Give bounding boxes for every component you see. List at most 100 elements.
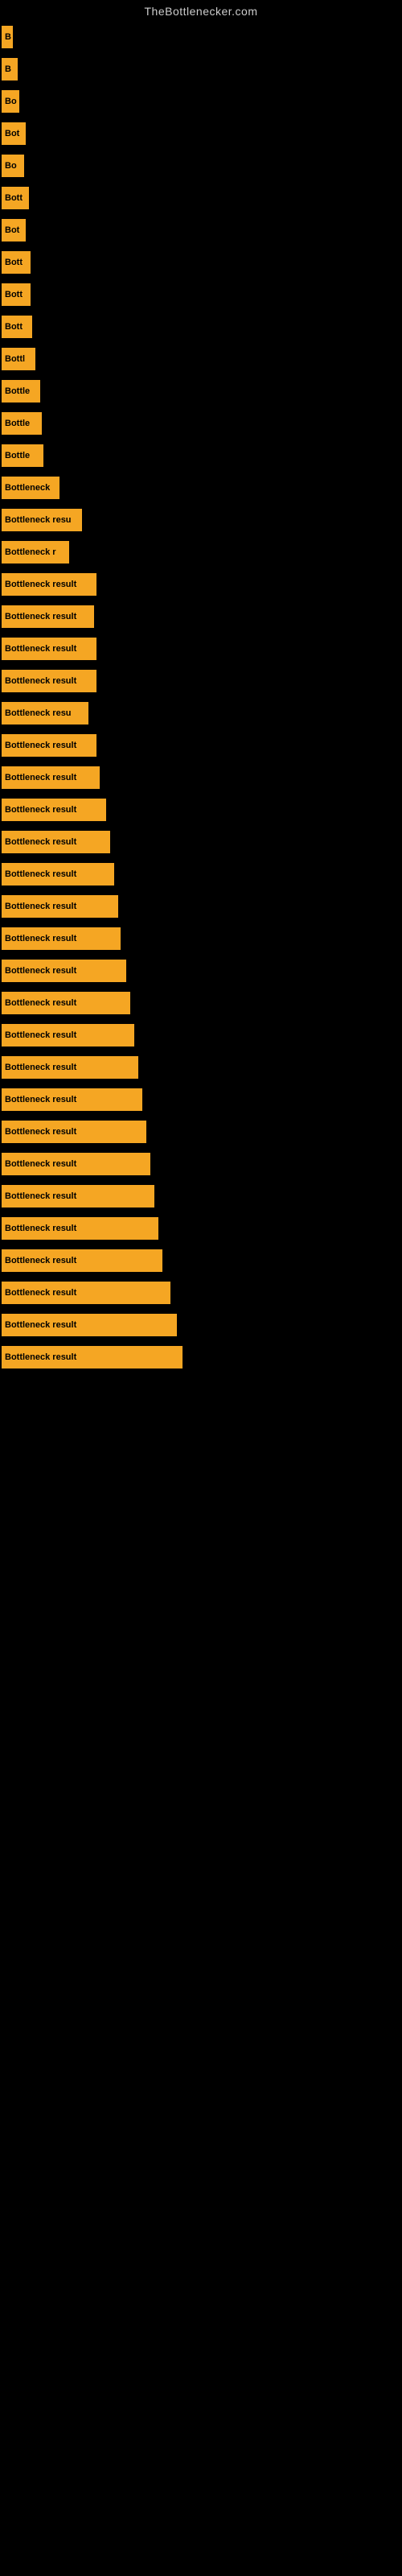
bar-item: Bottleneck result: [2, 1185, 154, 1208]
bar-label: Bottleneck result: [5, 676, 76, 686]
bar-row: Bo: [0, 85, 402, 118]
bar-row: Bottleneck: [0, 472, 402, 504]
bar-row: Bottleneck result: [0, 1019, 402, 1051]
bar-item: Bottleneck result: [2, 960, 126, 982]
bar-item: Bott: [2, 283, 31, 306]
bar-row: Bottleneck result: [0, 762, 402, 794]
bar-item: Bottleneck result: [2, 1282, 170, 1304]
bar-item: Bottleneck resu: [2, 509, 82, 531]
bar-item: Bottleneck result: [2, 799, 106, 821]
bar-label: Bottleneck result: [5, 805, 76, 815]
bar-item: Bott: [2, 316, 32, 338]
bar-row: Bottleneck result: [0, 633, 402, 665]
bar-item: Bottleneck result: [2, 1153, 150, 1175]
bar-label: Bottleneck result: [5, 837, 76, 847]
bar-label: Bottleneck result: [5, 1288, 76, 1298]
bar-row: Bottleneck result: [0, 1212, 402, 1245]
bar-row: Bottleneck result: [0, 665, 402, 697]
bar-row: Bottleneck result: [0, 1148, 402, 1180]
bar-item: Bottle: [2, 444, 43, 467]
bar-item: Bottleneck result: [2, 927, 121, 950]
bar-row: Bottle: [0, 440, 402, 472]
bar-label: Bottleneck result: [5, 998, 76, 1008]
bar-label: Bottle: [5, 419, 30, 428]
bar-label: Bottleneck result: [5, 1030, 76, 1040]
bar-row: Bottleneck result: [0, 1051, 402, 1084]
bar-label: Bottleneck result: [5, 1127, 76, 1137]
bar-row: Bottle: [0, 407, 402, 440]
bar-label: Bottleneck result: [5, 902, 76, 911]
bar-label: Bottleneck result: [5, 966, 76, 976]
bar-row: Bottleneck result: [0, 1309, 402, 1341]
bar-item: Bottleneck result: [2, 1024, 134, 1046]
bar-item: Bottleneck result: [2, 766, 100, 789]
bar-item: Bottleneck result: [2, 734, 96, 757]
bar-label: Bottleneck result: [5, 1256, 76, 1265]
bar-label: Bottleneck result: [5, 612, 76, 621]
bar-row: Bottleneck result: [0, 987, 402, 1019]
bar-item: Bottleneck result: [2, 1314, 177, 1336]
bar-row: Bottleneck result: [0, 729, 402, 762]
bar-row: Bottleneck result: [0, 1341, 402, 1373]
bar-item: Bottleneck result: [2, 605, 94, 628]
bar-item: Bottleneck: [2, 477, 59, 499]
bar-item: Bottleneck result: [2, 992, 130, 1014]
bar-item: Bottleneck result: [2, 1249, 162, 1272]
bar-item: Bott: [2, 187, 29, 209]
bar-label: Bottle: [5, 451, 30, 460]
bar-label: Bottleneck result: [5, 934, 76, 943]
bar-row: Bottleneck result: [0, 955, 402, 987]
bar-row: Bottleneck resu: [0, 504, 402, 536]
bar-row: Bott: [0, 311, 402, 343]
bar-label: Bo: [5, 161, 17, 171]
bar-label: Bo: [5, 97, 17, 106]
bar-label: Bottleneck result: [5, 869, 76, 879]
bar-row: Bottle: [0, 375, 402, 407]
bar-row: Bot: [0, 118, 402, 150]
bar-item: Bottle: [2, 412, 42, 435]
bar-row: Bottleneck result: [0, 923, 402, 955]
bar-row: Bo: [0, 150, 402, 182]
bar-row: Bot: [0, 214, 402, 246]
bar-row: Bott: [0, 246, 402, 279]
bar-row: Bottleneck result: [0, 826, 402, 858]
bar-row: Bottleneck result: [0, 1116, 402, 1148]
bar-item: B: [2, 26, 13, 48]
bar-item: Bottleneck r: [2, 541, 69, 564]
bar-item: Bottleneck resu: [2, 702, 88, 724]
bar-label: Bottleneck result: [5, 1159, 76, 1169]
bar-row: B: [0, 21, 402, 53]
bar-label: Bottleneck: [5, 483, 50, 493]
bar-label: Bot: [5, 225, 19, 235]
bar-item: Bottleneck result: [2, 1217, 158, 1240]
bar-row: Bottleneck result: [0, 1245, 402, 1277]
bar-row: B: [0, 53, 402, 85]
bar-item: B: [2, 58, 18, 80]
bar-label: Bottleneck result: [5, 580, 76, 589]
bar-item: Bottleneck result: [2, 831, 110, 853]
bar-label: Bottleneck result: [5, 773, 76, 782]
bar-label: Bottleneck result: [5, 1095, 76, 1104]
bar-label: Bottleneck result: [5, 1352, 76, 1362]
bar-item: Bottle: [2, 380, 40, 402]
bar-row: Bott: [0, 182, 402, 214]
bar-row: Bottleneck result: [0, 1084, 402, 1116]
bar-label: B: [5, 32, 11, 42]
bar-label: Bottl: [5, 354, 25, 364]
bars-container: B B Bo Bot Bo Bott Bot Bott Bott Bott Bottl Bottle B…: [0, 21, 402, 1373]
bar-label: Bottleneck result: [5, 741, 76, 750]
bar-label: Bottleneck resu: [5, 515, 72, 525]
bar-label: Bott: [5, 258, 23, 267]
bar-item: Bottleneck result: [2, 573, 96, 596]
bar-row: Bottleneck result: [0, 794, 402, 826]
bar-item: Bottleneck result: [2, 670, 96, 692]
bar-label: Bottleneck r: [5, 547, 56, 557]
bar-item: Bot: [2, 219, 26, 242]
bar-label: Bott: [5, 322, 23, 332]
bar-item: Bottleneck result: [2, 863, 114, 886]
bar-item: Bottleneck result: [2, 1121, 146, 1143]
bar-item: Bottl: [2, 348, 35, 370]
bar-item: Bottleneck result: [2, 1088, 142, 1111]
bar-row: Bottleneck r: [0, 536, 402, 568]
bar-row: Bottleneck result: [0, 1180, 402, 1212]
